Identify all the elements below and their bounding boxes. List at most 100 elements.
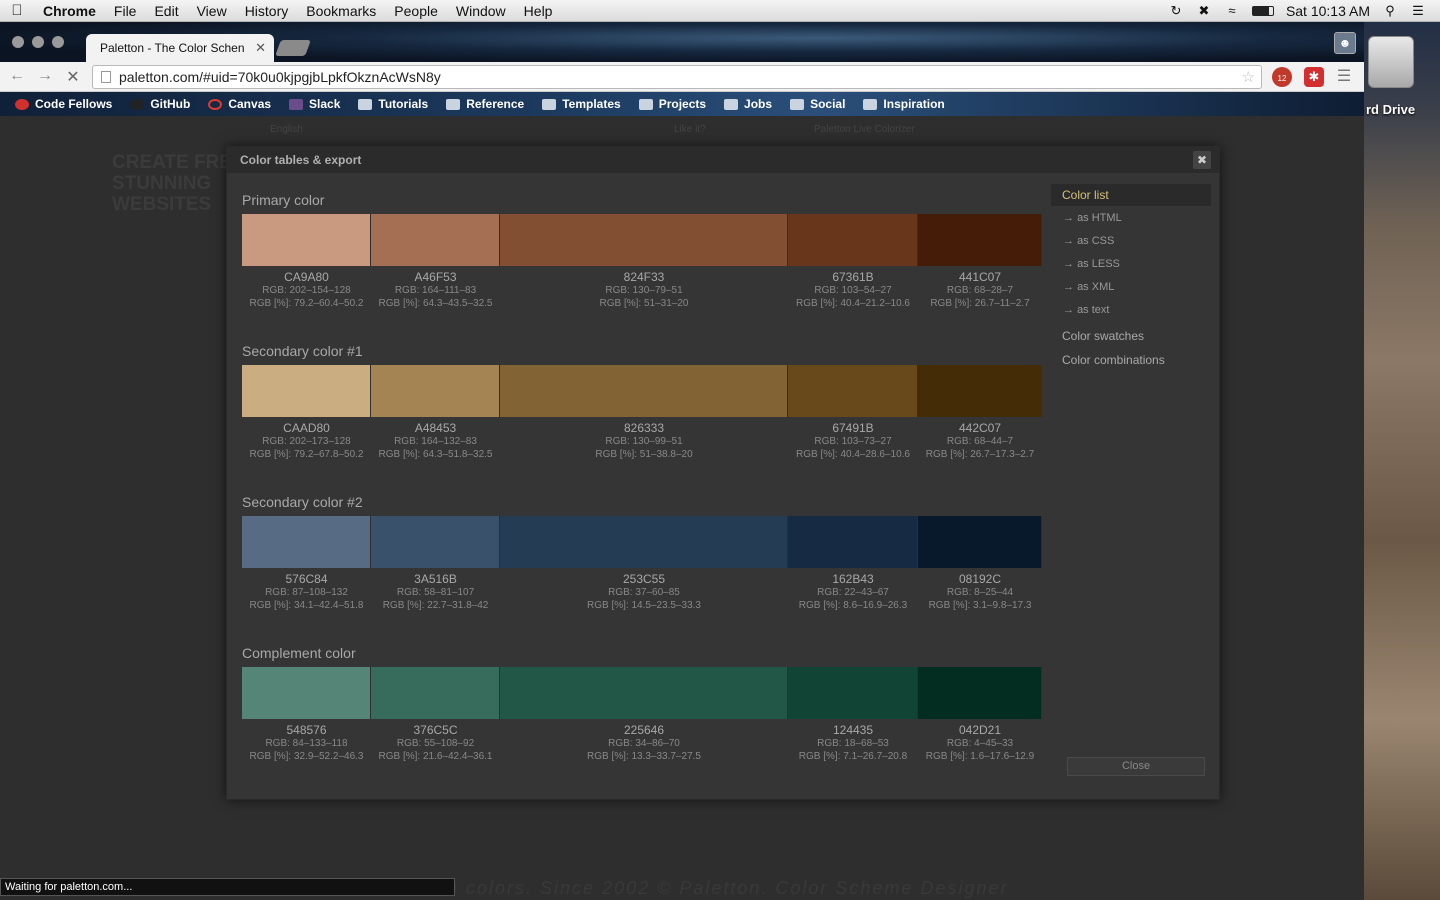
- swatch-label: 67491B RGB: 103–73–27 RGB [%]: 40.4–28.6–1…: [788, 421, 918, 461]
- close-button[interactable]: Close: [1067, 757, 1205, 776]
- github-icon: [130, 98, 145, 110]
- color-swatch[interactable]: [918, 667, 1042, 719]
- color-swatch[interactable]: [500, 516, 788, 568]
- forward-arrow-icon[interactable]: →: [34, 67, 56, 85]
- swatch-label: 376C5C RGB: 55–108–92 RGB [%]: 21.6–42.4–3…: [371, 723, 500, 763]
- ad-banner[interactable]: CREATE FREE STUNNING WEBSITES: [112, 152, 245, 215]
- bookmark-folder-projects[interactable]: Projects: [630, 97, 715, 111]
- bookmark-code-fellows[interactable]: Code Fellows: [6, 97, 121, 111]
- menu-file[interactable]: File: [105, 3, 146, 19]
- color-swatch[interactable]: [788, 516, 918, 568]
- menu-bookmarks[interactable]: Bookmarks: [297, 3, 385, 19]
- notification-center-icon[interactable]: ☰: [1410, 3, 1426, 18]
- wifi-icon[interactable]: ≈: [1224, 3, 1240, 18]
- export-as-text[interactable]: → as text: [1051, 298, 1211, 321]
- color-swatch[interactable]: [371, 667, 500, 719]
- color-swatch[interactable]: [918, 516, 1042, 568]
- swatch-pct: RGB [%]: 64.3–43.5–32.5: [378, 298, 493, 309]
- menu-edit[interactable]: Edit: [145, 3, 187, 19]
- battery-icon[interactable]: [1251, 5, 1274, 16]
- sync-icon[interactable]: ↻: [1168, 3, 1184, 18]
- swatch-rgb: RGB: 58–81–107: [396, 587, 475, 598]
- color-swatch[interactable]: [788, 365, 918, 417]
- menu-help[interactable]: Help: [515, 3, 562, 19]
- stop-loading-icon[interactable]: ✕: [62, 67, 84, 87]
- browser-toolbar: ← → ✕ paletton.com/#uid=70k0u0kjpgjbLpkf…: [0, 62, 1364, 92]
- color-swatch[interactable]: [371, 214, 500, 266]
- color-swatch[interactable]: [242, 516, 371, 568]
- export-as-xml[interactable]: → as XML: [1051, 275, 1211, 298]
- swatch-label: 441C07 RGB: 68–28–7 RGB [%]: 26.7–11–2.7: [918, 270, 1042, 310]
- bookmark-folder-inspiration[interactable]: Inspiration: [854, 97, 953, 111]
- language-selector[interactable]: English: [270, 124, 303, 135]
- color-swatch[interactable]: [242, 214, 371, 266]
- bookmark-canvas[interactable]: Canvas: [199, 97, 280, 111]
- extension-asterisk-icon[interactable]: ✱: [1304, 67, 1324, 87]
- color-group-title: Secondary color #2: [242, 494, 363, 510]
- color-swatch[interactable]: [500, 667, 788, 719]
- color-swatch[interactable]: [371, 365, 500, 417]
- menu-people[interactable]: People: [385, 3, 447, 19]
- window-close-control[interactable]: [12, 36, 24, 48]
- window-minimize-control[interactable]: [32, 36, 44, 48]
- hard-drive-icon: [1368, 36, 1414, 88]
- color-swatch[interactable]: [500, 214, 788, 266]
- export-as-css[interactable]: → as CSS: [1051, 229, 1211, 252]
- sidebar-color-combinations[interactable]: Color combinations: [1051, 353, 1211, 377]
- bookmark-folder-jobs[interactable]: Jobs: [715, 97, 781, 111]
- swatch-pct: RGB [%]: 32.9–52.2–46.3: [249, 751, 364, 762]
- export-as-less[interactable]: → as LESS: [1051, 252, 1211, 275]
- swatch-hex: 376C5C: [413, 723, 458, 737]
- color-swatch[interactable]: [918, 365, 1042, 417]
- swatch-rgb: RGB: 84–133–118: [265, 738, 348, 749]
- tab-close-icon[interactable]: ✕: [255, 40, 266, 56]
- menu-app-name[interactable]: Chrome: [34, 3, 105, 19]
- color-swatch[interactable]: [918, 214, 1042, 266]
- swatch-label: A46F53 RGB: 164–111–83 RGB [%]: 64.3–43.5–…: [371, 270, 500, 310]
- window-zoom-control[interactable]: [52, 36, 64, 48]
- bookmark-label: Tutorials: [378, 97, 429, 111]
- bookmark-folder-social[interactable]: Social: [781, 97, 854, 111]
- swatch-rgb: RGB: 164–111–83: [394, 285, 477, 296]
- bookmark-label: Canvas: [228, 97, 272, 111]
- new-tab-button[interactable]: [275, 40, 311, 56]
- dialog-close-icon[interactable]: ✖: [1193, 151, 1211, 169]
- bookmark-folder-tutorials[interactable]: Tutorials: [349, 97, 437, 111]
- swatch-rgb: RGB: 130–99–51: [605, 436, 683, 447]
- tool-icon[interactable]: ✖: [1196, 3, 1212, 18]
- swatch-labels: CA9A80 RGB: 202–154–128 RGB [%]: 79.2–60.4…: [242, 270, 1042, 310]
- spotlight-search-icon[interactable]: ⚲: [1382, 3, 1398, 18]
- hard-drive-desktop-icon[interactable]: rd Drive: [1362, 30, 1440, 130]
- bookmark-folder-reference[interactable]: Reference: [437, 97, 533, 111]
- color-swatch[interactable]: [788, 667, 918, 719]
- color-swatch[interactable]: [788, 214, 918, 266]
- swatch-hex: 162B43: [832, 572, 874, 586]
- swatch-pct: RGB [%]: 64.3–51.8–32.5: [378, 449, 493, 460]
- color-swatch[interactable]: [500, 365, 788, 417]
- bookmark-slack[interactable]: Slack: [280, 97, 349, 111]
- menu-window[interactable]: Window: [447, 3, 515, 19]
- extension-badge-icon[interactable]: 12: [1272, 67, 1292, 87]
- swatch-rgb: RGB: 8–25–44: [946, 587, 1014, 598]
- menu-history[interactable]: History: [236, 3, 298, 19]
- export-as-html[interactable]: → as HTML: [1051, 206, 1211, 229]
- color-swatch[interactable]: [242, 667, 371, 719]
- address-bar[interactable]: paletton.com/#uid=70k0u0kjpgjbLpkfOkznAc…: [92, 65, 1262, 89]
- back-arrow-icon[interactable]: ←: [6, 67, 28, 85]
- menu-view[interactable]: View: [188, 3, 236, 19]
- apple-icon[interactable]: : [0, 2, 34, 19]
- sidebar-color-swatches[interactable]: Color swatches: [1051, 329, 1211, 353]
- like-it-link[interactable]: Like it?: [674, 124, 706, 135]
- color-swatch[interactable]: [371, 516, 500, 568]
- bookmark-github[interactable]: GitHub: [121, 97, 199, 111]
- live-colorizer-link[interactable]: Paletton Live Colorizer: [814, 124, 915, 135]
- color-group-title: Secondary color #1: [242, 343, 363, 359]
- color-swatch[interactable]: [242, 365, 371, 417]
- sidebar-color-list[interactable]: Color list: [1051, 184, 1211, 206]
- tab-paletton[interactable]: Paletton - The Color Schen ✕: [86, 34, 274, 62]
- chrome-menu-icon[interactable]: ☰: [1334, 67, 1354, 87]
- profile-icon[interactable]: ☻: [1334, 32, 1356, 54]
- bookmark-star-icon[interactable]: ☆: [1242, 68, 1255, 86]
- bookmark-folder-templates[interactable]: Templates: [533, 97, 629, 111]
- clock[interactable]: Sat 10:13 AM: [1286, 3, 1370, 19]
